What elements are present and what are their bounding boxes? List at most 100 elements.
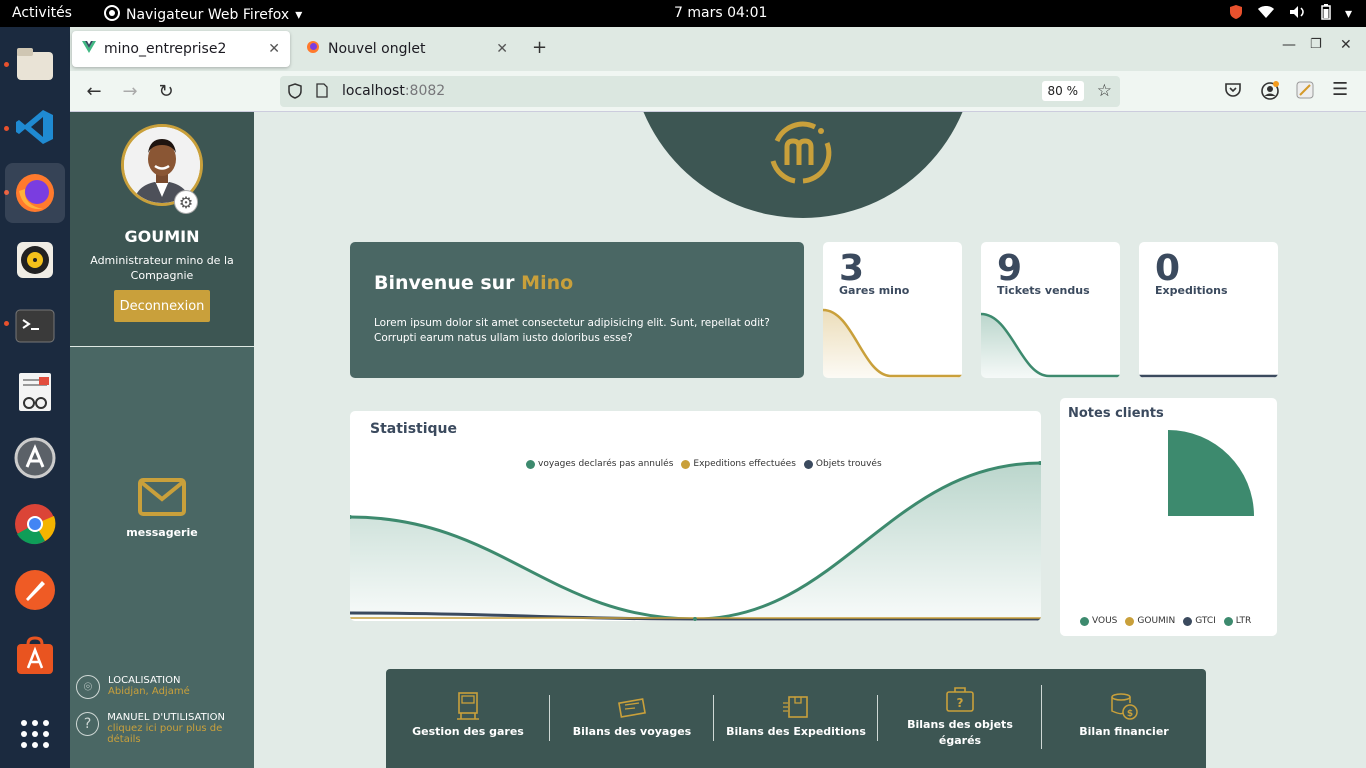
tab-new[interactable]: Nouvel onglet ✕ [296, 31, 518, 67]
software-updater-icon[interactable] [11, 434, 59, 482]
close-window-icon[interactable]: ✕ [1340, 37, 1352, 53]
logout-button[interactable]: Deconnexion [114, 290, 210, 322]
stat-card-tickets: 9 Tickets vendus [981, 242, 1120, 378]
mino-logo-icon [770, 121, 832, 184]
vscode-icon[interactable] [11, 103, 59, 151]
reload-icon[interactable]: ↻ [156, 81, 176, 102]
menu-label: Gestion des gares [412, 725, 524, 738]
statistics-title: Statistique [370, 421, 458, 437]
welcome-brand: Mino [521, 272, 574, 294]
menu-bilans-objets[interactable]: ? Bilans des objets égarés [878, 673, 1042, 753]
welcome-title: Binvenue sur Mino [374, 272, 573, 294]
firefox-dock-icon[interactable] [5, 163, 65, 223]
running-indicator [4, 126, 9, 131]
coins-icon: $ [1111, 693, 1138, 720]
extension-icon[interactable] [1296, 81, 1314, 103]
dock [0, 27, 70, 768]
running-indicator [4, 321, 9, 326]
close-tab-icon[interactable]: ✕ [496, 41, 508, 57]
legend-item[interactable]: GTCI [1183, 616, 1216, 626]
chrome-icon[interactable] [11, 500, 59, 548]
legend-label: VOUS [1092, 616, 1118, 626]
navigation-bar: ← → ↻ localhost:8082 80 % ☆ ☰ [70, 71, 1366, 112]
app-grid-icon[interactable] [11, 710, 59, 758]
stat-value: 3 [839, 248, 865, 289]
menu-bilans-voyages[interactable]: Bilans des voyages [550, 683, 714, 763]
app-menu[interactable]: Navigateur Web Firefox ▾ [104, 5, 302, 25]
tab-mino[interactable]: mino_entreprise2 ✕ [72, 31, 290, 67]
profile-panel: ⚙ GOUMIN Administrateur mino de la Compa… [70, 112, 254, 347]
tab-label: Nouvel onglet [328, 41, 426, 57]
legend-label: LTR [1235, 616, 1252, 626]
close-tab-icon[interactable]: ✕ [268, 41, 280, 57]
stat-sparkline [1139, 374, 1278, 378]
bottom-menu: Gestion des gares Bilans des voyages Bil… [386, 669, 1206, 768]
user-name: GOUMIN [124, 227, 200, 246]
shield-icon [1229, 4, 1243, 24]
menu-bilans-expeditions[interactable]: Bilans des Expeditions [714, 683, 878, 763]
lost-bag-icon: ? [946, 687, 974, 712]
notes-legend: VOUS GOUMIN GTCI LTR [1080, 616, 1251, 626]
manual-info[interactable]: ? MANUEL D'UTILISATION cliquez ici pour … [76, 712, 254, 745]
legend-item[interactable]: GOUMIN [1125, 616, 1175, 626]
shield-tracking-icon[interactable] [288, 83, 302, 103]
stat-label: Expeditions [1155, 284, 1228, 297]
stat-card-expeditions: 0 Expeditions [1139, 242, 1278, 378]
settings-gear-icon[interactable]: ⚙ [174, 190, 198, 214]
menu-icon[interactable]: ☰ [1332, 79, 1348, 100]
account-icon[interactable] [1260, 81, 1280, 105]
main-content: Binvenue sur Mino Lorem ipsum dolor sit … [254, 112, 1366, 768]
legend-item[interactable]: LTR [1223, 616, 1252, 626]
firefox-small-icon [306, 40, 320, 58]
manual-link[interactable]: cliquez ici pour plus de détails [107, 723, 254, 745]
back-icon[interactable]: ← [84, 81, 104, 102]
url-bar[interactable]: localhost:8082 80 % ☆ [280, 76, 1120, 107]
ticket-icon [618, 698, 646, 718]
messaging-link[interactable]: messagerie [70, 478, 254, 539]
map-pin-icon: ⌾ [76, 675, 100, 699]
document-viewer-icon[interactable] [11, 368, 59, 416]
forward-icon[interactable]: → [120, 81, 140, 102]
statistics-chart-card: Statistique voyages declarés pas annulés… [350, 411, 1041, 621]
minimize-icon[interactable]: — [1282, 37, 1296, 53]
app-sidebar: ⚙ GOUMIN Administrateur mino de la Compa… [70, 112, 254, 768]
stat-label: Gares mino [839, 284, 910, 297]
url-port: :8082 [404, 83, 446, 99]
stat-label: Tickets vendus [997, 284, 1090, 297]
rhythmbox-icon[interactable] [11, 236, 59, 284]
notes-polar-chart [1168, 430, 1254, 516]
menu-label: Bilan financier [1079, 725, 1169, 738]
new-tab-icon[interactable]: + [532, 37, 547, 58]
url-host: localhost [342, 83, 405, 99]
menu-bilan-financier[interactable]: $ Bilan financier [1042, 683, 1206, 763]
menu-label: Bilans des Expeditions [726, 725, 866, 738]
welcome-card: Binvenue sur Mino Lorem ipsum dolor sit … [350, 242, 804, 378]
bookmark-star-icon[interactable]: ☆ [1097, 81, 1112, 101]
page-icon[interactable] [316, 83, 328, 102]
maximize-icon[interactable]: ❐ [1310, 37, 1322, 52]
menu-gestion-gares[interactable]: Gestion des gares [386, 683, 550, 763]
menu-label: Bilans des objets égarés [907, 718, 1013, 747]
system-tray[interactable]: ▾ [1229, 4, 1352, 24]
notes-title: Notes clients [1068, 406, 1164, 421]
software-center-icon[interactable] [11, 632, 59, 680]
welcome-text: Lorem ipsum dolor sit amet consectetur a… [374, 317, 770, 344]
stat-sparkline [823, 308, 962, 378]
client-notes-card: Notes clients VOUS GOUMIN GTCI LTR [1060, 398, 1277, 636]
url-text: localhost:8082 [342, 83, 445, 99]
postman-icon[interactable] [11, 566, 59, 614]
activities-button[interactable]: Activités [12, 5, 72, 21]
vue-icon [82, 41, 96, 57]
wifi-icon [1257, 5, 1275, 23]
stat-card-gares: 3 Gares mino [823, 242, 962, 378]
pocket-icon[interactable] [1224, 81, 1242, 103]
envelope-icon [138, 478, 186, 516]
station-icon [457, 692, 479, 720]
files-icon[interactable] [11, 40, 59, 88]
clock[interactable]: 7 mars 04:01 [674, 5, 767, 21]
legend-item[interactable]: VOUS [1080, 616, 1117, 626]
terminal-icon[interactable] [11, 302, 59, 350]
user-role: Administrateur mino de la Compagnie [90, 254, 234, 282]
power-menu-icon: ▾ [1344, 6, 1352, 22]
zoom-level[interactable]: 80 % [1041, 81, 1084, 101]
